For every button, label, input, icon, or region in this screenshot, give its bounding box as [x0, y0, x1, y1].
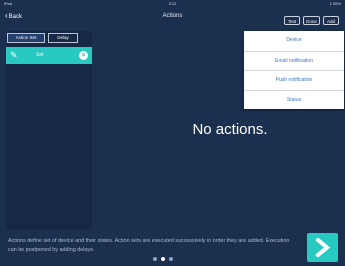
status-bar: iPad 3:12 1 55%: [0, 0, 345, 7]
battery-indicator: 1 55%: [329, 1, 341, 6]
next-button[interactable]: [307, 233, 338, 262]
add-button[interactable]: Add: [323, 16, 339, 25]
action-set-segment[interactable]: Action Set: [7, 33, 45, 43]
page-dot[interactable]: [169, 257, 173, 261]
menu-item-status[interactable]: Status: [244, 89, 344, 109]
page-dot[interactable]: [153, 257, 157, 261]
menu-item-push-notification[interactable]: Push notification: [244, 70, 344, 89]
empty-state-message: No actions.: [192, 121, 268, 138]
clock: 3:12: [168, 1, 177, 6]
test-button[interactable]: Test: [284, 16, 300, 25]
action-sidebar: Action Set Delay ✎ Set ×: [6, 31, 92, 230]
page-indicator[interactable]: [153, 256, 181, 262]
page-dot[interactable]: [161, 257, 165, 261]
menu-item-email-notification[interactable]: Email notification: [244, 50, 344, 70]
menu-item-device[interactable]: Device: [244, 31, 344, 50]
navigation-bar: ‹Back Actions Test Done Add: [0, 7, 345, 27]
pencil-icon[interactable]: ✎: [10, 49, 18, 61]
help-text: Actions define set of device and their s…: [8, 238, 290, 253]
done-button[interactable]: Done: [303, 16, 320, 25]
add-dropdown-menu: Device Email notification Push notificat…: [244, 31, 344, 109]
list-item-label: Set: [36, 52, 44, 58]
close-circle-icon[interactable]: ×: [79, 51, 88, 60]
chevron-right-icon: [315, 238, 331, 257]
delay-segment[interactable]: Delay: [48, 33, 78, 43]
list-item[interactable]: ✎ Set ×: [6, 47, 92, 64]
